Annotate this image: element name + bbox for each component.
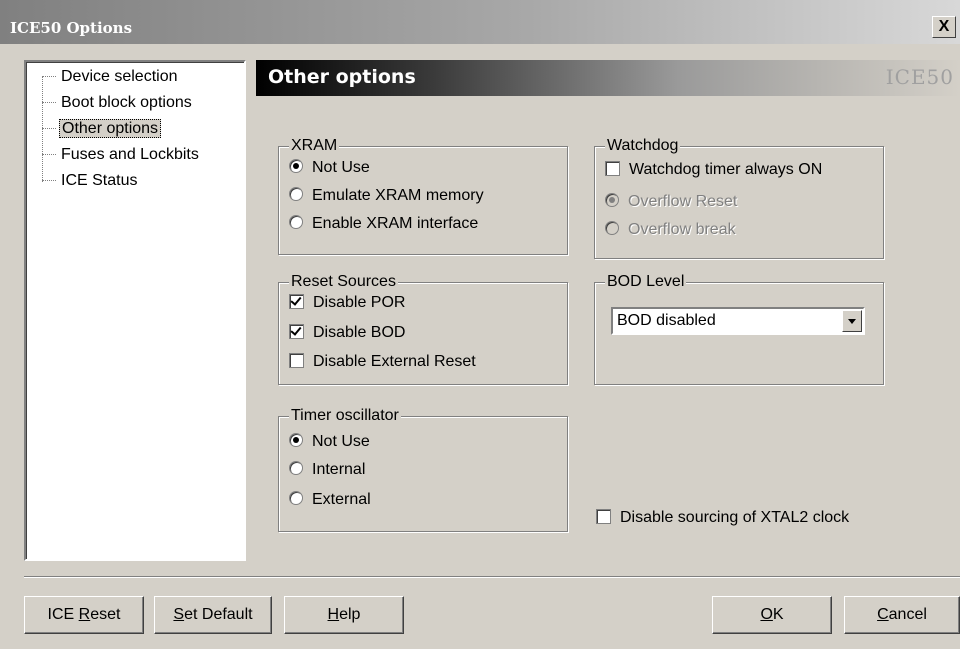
brand-label: ICE50 (885, 65, 954, 89)
xram-not-use-radio[interactable]: Not Use (289, 157, 370, 179)
radio-icon (289, 491, 303, 505)
timer-external-radio[interactable]: External (289, 489, 371, 511)
ice-reset-button[interactable]: ICE Reset (24, 596, 144, 634)
watchdog-group: Watchdog Watchdog timer always ON Overfl… (594, 137, 884, 259)
checkbox-icon (289, 294, 304, 309)
chevron-down-icon[interactable] (842, 310, 862, 332)
page-header: Other options ICE50 (256, 60, 960, 96)
checkbox-label: Disable sourcing of XTAL2 clock (620, 509, 850, 526)
bod-level-value: BOD disabled (617, 312, 716, 329)
radio-icon (289, 187, 303, 201)
tree-item-label: Device selection (61, 68, 178, 85)
radio-label: Overflow break (628, 221, 736, 238)
disable-xtal2-clock-checkbox[interactable]: Disable sourcing of XTAL2 clock (596, 507, 849, 529)
xram-emulate-radio[interactable]: Emulate XRAM memory (289, 185, 484, 207)
xram-group: XRAM Not Use Emulate XRAM memory Enable … (278, 137, 568, 255)
close-button[interactable]: X (932, 16, 956, 38)
radio-label: Not Use (312, 433, 370, 450)
timer-oscillator-group: Timer oscillator Not Use Internal Extern… (278, 407, 568, 532)
timer-not-use-radio[interactable]: Not Use (289, 431, 370, 453)
xram-legend: XRAM (289, 137, 340, 155)
set-default-button[interactable]: Set Default (154, 596, 272, 634)
reset-sources-legend: Reset Sources (289, 273, 398, 291)
tree-item-label: Other options (59, 119, 162, 138)
watchdog-overflow-break-radio[interactable]: Overflow break (605, 219, 736, 241)
disable-external-reset-checkbox[interactable]: Disable External Reset (289, 351, 476, 373)
radio-label: Emulate XRAM memory (312, 187, 484, 204)
tree-item-label: Boot block options (61, 94, 192, 111)
checkbox-icon (289, 353, 304, 368)
radio-icon (289, 433, 303, 447)
reset-sources-group: Reset Sources Disable POR Disable BOD Di… (278, 273, 568, 385)
page-title: Other options (268, 66, 416, 88)
tree-item-label: Fuses and Lockbits (61, 146, 199, 163)
disable-por-checkbox[interactable]: Disable POR (289, 292, 405, 314)
tree-item-device-selection[interactable]: Device selection (42, 66, 180, 88)
radio-label: Overflow Reset (628, 193, 738, 210)
checkbox-icon (605, 161, 620, 176)
radio-label: External (312, 491, 371, 508)
cancel-button[interactable]: Cancel (844, 596, 960, 634)
tree-item-ice-status[interactable]: ICE Status (42, 170, 139, 192)
window-title: ICE50 Options (10, 19, 133, 37)
checkbox-label: Disable POR (313, 294, 406, 311)
radio-label: Internal (312, 461, 366, 478)
close-icon: X (938, 18, 950, 35)
tree-item-label: ICE Status (61, 172, 138, 189)
ok-button[interactable]: OK (712, 596, 832, 634)
radio-label: Enable XRAM interface (312, 215, 479, 232)
radio-icon (289, 215, 303, 229)
tree-item-fuses-and-lockbits[interactable]: Fuses and Lockbits (42, 144, 201, 166)
checkbox-icon (596, 509, 611, 524)
bod-level-select[interactable]: BOD disabled (611, 307, 865, 335)
watchdog-always-on-checkbox[interactable]: Watchdog timer always ON (605, 159, 822, 181)
divider (24, 576, 960, 578)
title-bar: ICE50 Options X (0, 0, 960, 44)
radio-label: Not Use (312, 159, 370, 176)
checkbox-label: Watchdog timer always ON (629, 161, 823, 178)
xram-enable-interface-radio[interactable]: Enable XRAM interface (289, 213, 478, 235)
tree-item-other-options[interactable]: Other options (42, 118, 162, 140)
radio-icon (605, 193, 619, 207)
watchdog-legend: Watchdog (605, 137, 681, 155)
timer-internal-radio[interactable]: Internal (289, 459, 365, 481)
watchdog-overflow-reset-radio[interactable]: Overflow Reset (605, 191, 737, 213)
radio-icon (605, 221, 619, 235)
timer-oscillator-legend: Timer oscillator (289, 407, 401, 425)
help-button[interactable]: Help (284, 596, 404, 634)
bod-level-legend: BOD Level (605, 273, 687, 291)
options-tree: Device selection Boot block options Othe… (24, 60, 246, 561)
disable-bod-checkbox[interactable]: Disable BOD (289, 322, 405, 344)
bod-level-group: BOD Level BOD disabled (594, 273, 884, 385)
radio-icon (289, 159, 303, 173)
checkbox-icon (289, 324, 304, 339)
tree-item-boot-block-options[interactable]: Boot block options (42, 92, 194, 114)
checkbox-label: Disable External Reset (313, 353, 476, 370)
radio-icon (289, 461, 303, 475)
checkbox-label: Disable BOD (313, 324, 406, 341)
